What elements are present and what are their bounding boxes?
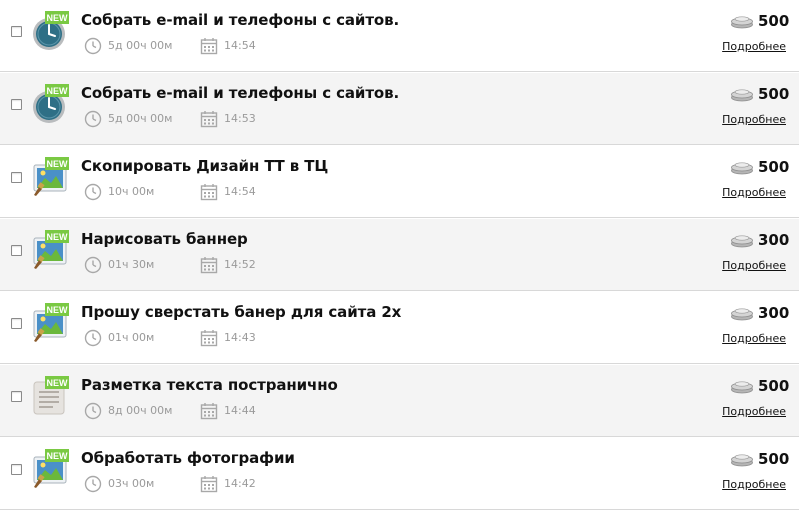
picture-brush-icon: NEW xyxy=(31,230,71,270)
task-time: 14:42 xyxy=(224,477,256,490)
task-title[interactable]: Прошу сверстать банер для сайта 2х xyxy=(81,303,401,321)
document-icon: NEW xyxy=(31,376,71,416)
svg-text:NEW: NEW xyxy=(47,86,69,96)
svg-text:NEW: NEW xyxy=(47,378,69,388)
task-title[interactable]: Обработать фотографии xyxy=(81,449,295,467)
task-time: 14:53 xyxy=(224,112,256,125)
task-duration: 01ч 30м xyxy=(108,258,155,271)
calendar-icon xyxy=(200,402,218,420)
task-row[interactable]: NEW Скопировать Дизайн ТТ в ТЦ 10ч 00м 1… xyxy=(0,146,799,218)
clock-outline-icon xyxy=(84,402,102,420)
svg-text:NEW: NEW xyxy=(47,13,69,23)
calendar-icon xyxy=(200,329,218,347)
task-checkbox[interactable] xyxy=(11,318,22,329)
svg-text:NEW: NEW xyxy=(47,232,69,242)
details-link[interactable]: Подробнее xyxy=(722,40,786,53)
calendar-icon xyxy=(200,110,218,128)
task-time: 14:44 xyxy=(224,404,256,417)
coin-stack-icon xyxy=(730,380,754,394)
task-checkbox[interactable] xyxy=(11,172,22,183)
task-duration: 10ч 00м xyxy=(108,185,155,198)
task-row[interactable]: NEW Разметка текста постранично 8д 00ч 0… xyxy=(0,365,799,437)
picture-brush-icon: NEW xyxy=(31,157,71,197)
task-price: 300 xyxy=(758,231,790,249)
task-checkbox[interactable] xyxy=(11,245,22,256)
details-link[interactable]: Подробнее xyxy=(722,332,786,345)
coin-stack-icon xyxy=(730,234,754,248)
task-price: 500 xyxy=(758,12,790,30)
clock-icon: NEW xyxy=(31,84,71,124)
task-row[interactable]: NEW Собрать e-mail и телефоны с сайтов. … xyxy=(0,73,799,145)
task-time: 14:54 xyxy=(224,39,256,52)
clock-outline-icon xyxy=(84,475,102,493)
picture-brush-icon: NEW xyxy=(31,303,71,343)
calendar-icon xyxy=(200,183,218,201)
task-title[interactable]: Собрать e-mail и телефоны с сайтов. xyxy=(81,84,399,102)
task-price: 300 xyxy=(758,304,790,322)
details-link[interactable]: Подробнее xyxy=(722,113,786,126)
clock-icon: NEW xyxy=(31,11,71,51)
details-link[interactable]: Подробнее xyxy=(722,478,786,491)
task-checkbox[interactable] xyxy=(11,391,22,402)
coin-stack-icon xyxy=(730,307,754,321)
task-time: 14:54 xyxy=(224,185,256,198)
task-title[interactable]: Разметка текста постранично xyxy=(81,376,338,394)
task-price: 500 xyxy=(758,85,790,103)
details-link[interactable]: Подробнее xyxy=(722,405,786,418)
svg-text:NEW: NEW xyxy=(47,305,69,315)
clock-outline-icon xyxy=(84,37,102,55)
task-price: 500 xyxy=(758,377,790,395)
task-row[interactable]: NEW Собрать e-mail и телефоны с сайтов. … xyxy=(0,0,799,72)
task-time: 14:43 xyxy=(224,331,256,344)
task-duration: 5д 00ч 00м xyxy=(108,112,173,125)
svg-text:NEW: NEW xyxy=(47,159,69,169)
picture-brush-icon: NEW xyxy=(31,449,71,489)
task-row[interactable]: NEW Нарисовать баннер 01ч 30м 14:52 300 … xyxy=(0,219,799,291)
task-price: 500 xyxy=(758,158,790,176)
coin-stack-icon xyxy=(730,15,754,29)
clock-outline-icon xyxy=(84,329,102,347)
calendar-icon xyxy=(200,37,218,55)
task-duration: 03ч 00м xyxy=(108,477,155,490)
task-row[interactable]: NEW Обработать фотографии 03ч 00м 14:42 … xyxy=(0,438,799,510)
task-duration: 8д 00ч 00м xyxy=(108,404,173,417)
task-title[interactable]: Скопировать Дизайн ТТ в ТЦ xyxy=(81,157,328,175)
task-time: 14:52 xyxy=(224,258,256,271)
task-checkbox[interactable] xyxy=(11,464,22,475)
task-checkbox[interactable] xyxy=(11,99,22,110)
coin-stack-icon xyxy=(730,161,754,175)
task-title[interactable]: Нарисовать баннер xyxy=(81,230,248,248)
svg-text:NEW: NEW xyxy=(47,451,69,461)
task-list: NEW Собрать e-mail и телефоны с сайтов. … xyxy=(0,0,799,511)
task-title[interactable]: Собрать e-mail и телефоны с сайтов. xyxy=(81,11,399,29)
task-row[interactable]: NEW Прошу сверстать банер для сайта 2х 0… xyxy=(0,292,799,364)
task-price: 500 xyxy=(758,450,790,468)
task-duration: 5д 00ч 00м xyxy=(108,39,173,52)
clock-outline-icon xyxy=(84,256,102,274)
details-link[interactable]: Подробнее xyxy=(722,259,786,272)
details-link[interactable]: Подробнее xyxy=(722,186,786,199)
coin-stack-icon xyxy=(730,88,754,102)
task-duration: 01ч 00м xyxy=(108,331,155,344)
coin-stack-icon xyxy=(730,453,754,467)
task-checkbox[interactable] xyxy=(11,26,22,37)
clock-outline-icon xyxy=(84,110,102,128)
calendar-icon xyxy=(200,475,218,493)
clock-outline-icon xyxy=(84,183,102,201)
calendar-icon xyxy=(200,256,218,274)
